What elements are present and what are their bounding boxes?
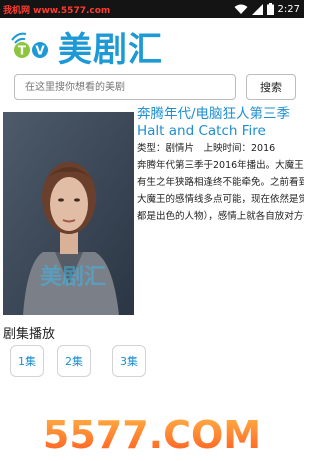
status-time: 2:27 [277,3,300,15]
battery-icon [266,3,274,15]
episode-button-3[interactable]: 3集 [112,345,146,377]
show-title[interactable]: 奔腾年代/电脑狂人第三季Halt and Catch Fire [137,106,304,140]
show-poster[interactable]: 美剧汇 [3,112,134,315]
show-meta: 类型：剧情片 上映时间：2016 [137,143,276,154]
status-bar: 我机网 www.5577.com 2:27 [0,0,304,18]
svg-text:T: T [18,44,27,58]
poster-watermark: 美剧汇 [40,264,106,290]
search-button[interactable]: 搜索 [246,74,296,100]
episodes-section-title: 剧集播放 [3,327,56,342]
show-info: 奔腾年代/电脑狂人第三季Halt and Catch Fire 类型：剧情片 上… [137,106,304,316]
search-bar: 搜索 [0,74,304,102]
poster-image: 美剧汇 [3,112,134,315]
episode-button-1[interactable]: 1集 [10,345,44,377]
app-title: 美剧汇 [58,30,163,70]
watermark-text: 5577.COM [43,413,261,457]
wifi-icon [234,4,248,14]
show-description: 奔腾年代第三季于2016年播出。大魔王去二次充电遇到卡妹，演绎一出有生之年狭路相… [137,160,304,222]
status-carrier: 我机网 www.5577.com [3,6,111,16]
tv-logo-icon: T V [11,32,48,58]
status-icons: 2:27 [234,2,300,16]
app-header: T V 美剧汇 [0,18,304,74]
site-watermark: 5577.COM [42,412,262,458]
episode-button-2[interactable]: 2集 [57,345,91,377]
svg-text:V: V [35,44,45,58]
signal-icon [251,3,263,15]
search-input[interactable] [14,74,236,100]
